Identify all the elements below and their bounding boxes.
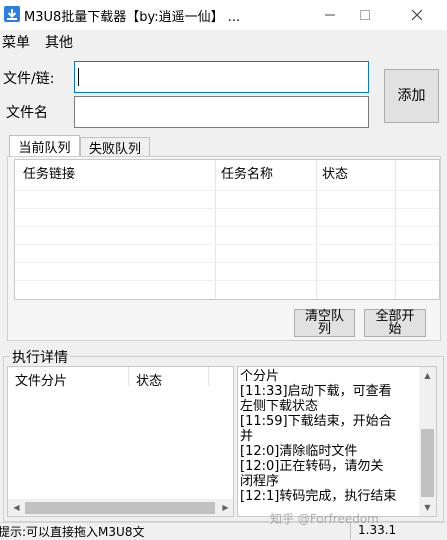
minimize-button[interactable] — [310, 0, 350, 30]
row-line — [15, 280, 439, 281]
file-name-label: 文件名 — [6, 105, 48, 121]
log-line: 左侧下载状态 — [240, 399, 319, 414]
menu-item-menu[interactable]: 菜单 — [2, 32, 30, 52]
log-line: 并 — [240, 429, 254, 444]
scroll-down-icon[interactable]: ▼ — [419, 499, 436, 516]
close-icon — [411, 9, 423, 21]
tab-current-queue[interactable]: 当前队列 — [9, 135, 80, 157]
log-line: [12:0]清除临时文件 — [240, 444, 358, 459]
column-divider — [395, 160, 396, 299]
column-file-fragment[interactable]: 文件分片 — [15, 370, 67, 389]
scroll-up-icon[interactable]: ▲ — [419, 367, 436, 384]
log-text: 个分片 [11:33]启动下载，可查看 左侧下载状态 [11:59]下载结束，开… — [240, 369, 418, 504]
status-bar: 提示:可以直接拖入M3U8文 知乎 @Forfreedom 1.33.1 — [0, 512, 447, 539]
log-line: [12:0]正在转码，请勿关 — [240, 459, 384, 474]
add-button[interactable]: 添加 — [384, 69, 439, 123]
log-vertical-scrollbar[interactable]: ▲ ▼ — [419, 367, 436, 516]
title-bar: M3U8批量下载器【by:逍遥一仙】 ... — [0, 0, 447, 30]
version-label: 1.33.1 — [358, 523, 397, 537]
details-group-label: 执行详情 — [10, 347, 70, 367]
menu-item-other[interactable]: 其他 — [45, 32, 73, 52]
log-line: 个分片 — [240, 369, 280, 384]
app-download-icon — [4, 6, 20, 22]
column-status[interactable]: 状态 — [322, 163, 348, 182]
window-title: M3U8批量下载器【by:逍遥一仙】 ... — [24, 10, 241, 25]
status-divider — [350, 523, 351, 539]
column-divider — [215, 160, 216, 299]
log-output[interactable]: 个分片 [11:33]启动下载，可查看 左侧下载状态 [11:59]下载结束，开… — [237, 366, 437, 517]
tab-failed-queue[interactable]: 失败队列 — [80, 137, 150, 157]
start-all-button[interactable]: 全部开 始 — [364, 309, 426, 337]
log-line: 闭程序 — [240, 474, 280, 489]
scroll-left-icon[interactable]: ◀ — [8, 499, 25, 516]
text-cursor — [78, 68, 79, 86]
scrollbar-thumb[interactable] — [421, 429, 434, 497]
row-line — [15, 226, 439, 227]
row-line — [15, 208, 439, 209]
close-button[interactable] — [397, 0, 437, 30]
maximize-button[interactable] — [345, 0, 385, 30]
log-line: [11:59]下载结束，开始合 — [240, 414, 392, 429]
queue-list[interactable]: 任务链接 任务名称 状态 — [14, 159, 440, 300]
row-line — [15, 190, 439, 191]
column-task-link[interactable]: 任务链接 — [23, 163, 75, 182]
log-line: [12:1]转码完成，执行结束 — [240, 489, 397, 504]
column-task-name[interactable]: 任务名称 — [221, 163, 273, 182]
column-fragment-status[interactable]: 状态 — [136, 370, 162, 389]
menu-bar: 菜单 其他 — [0, 30, 447, 52]
log-line: [11:33]启动下载，可查看 — [240, 384, 392, 399]
row-line — [15, 244, 439, 245]
file-link-label: 文件/链: — [3, 71, 55, 87]
clear-queue-button[interactable]: 清空队 列 — [294, 309, 355, 337]
column-divider — [128, 367, 129, 387]
fragment-list[interactable]: 文件分片 状态 ◀ ▶ — [7, 366, 234, 517]
file-link-input[interactable] — [74, 61, 369, 93]
maximize-icon — [360, 10, 370, 20]
minimize-icon — [325, 14, 335, 16]
column-divider — [208, 367, 209, 387]
column-divider — [316, 160, 317, 299]
horizontal-scrollbar[interactable]: ◀ ▶ — [8, 499, 233, 516]
file-name-input[interactable] — [74, 96, 369, 128]
row-line — [15, 262, 439, 263]
status-tip: 提示:可以直接拖入M3U8文 — [0, 525, 145, 539]
scrollbar-thumb[interactable] — [25, 502, 215, 514]
scroll-right-icon[interactable]: ▶ — [217, 499, 233, 516]
